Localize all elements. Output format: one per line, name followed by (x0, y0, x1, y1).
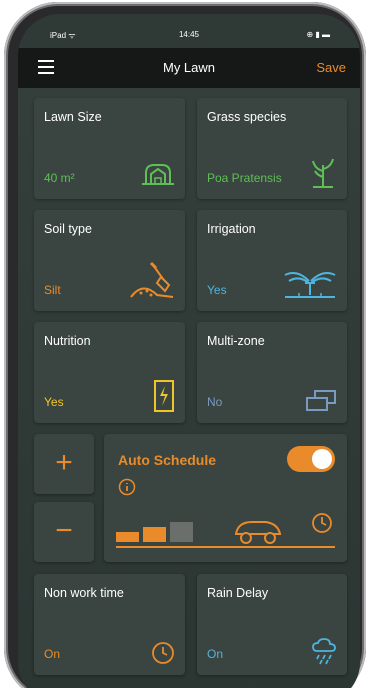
stacked-zones-icon (306, 390, 336, 411)
multi-zone-tile[interactable]: Multi-zone No (197, 322, 347, 423)
grass-species-value: Poa Pratensis (207, 171, 282, 185)
auto-schedule-title: Auto Schedule (118, 452, 217, 468)
soil-type-tile[interactable]: Soil type Silt (34, 210, 185, 311)
toggle-knob (312, 449, 332, 469)
irrigation-label: Irrigation (207, 222, 256, 236)
clock-icon (152, 642, 174, 664)
multi-zone-value: No (207, 395, 223, 409)
lawn-size-value: 40 m² (44, 171, 75, 185)
lawn-area-icon (142, 164, 174, 185)
grass-sprout-icon (312, 158, 334, 188)
soil-type-label: Soil type (44, 222, 92, 236)
schedule-level-indicator[interactable] (116, 518, 198, 542)
lawn-settings-grid: Lawn Size 40 m² Grass species Poa Praten… (18, 88, 360, 688)
non-work-time-label: Non work time (44, 586, 124, 600)
phone-frame: iPad ᯤ 14:45 ⊕ ▮ ▬ My Lawn Save Lawn Siz… (4, 2, 366, 688)
non-work-time-tile[interactable]: Non work time On (34, 574, 185, 675)
app-screen: iPad ᯤ 14:45 ⊕ ▮ ▬ My Lawn Save Lawn Siz… (18, 14, 360, 688)
nutrition-label: Nutrition (44, 334, 91, 348)
level-bar (116, 532, 139, 542)
rain-cloud-icon (312, 638, 336, 665)
auto-schedule-card: Auto Schedule (104, 434, 347, 562)
fertilizer-bag-icon (154, 380, 174, 412)
page-title: My Lawn (162, 60, 216, 75)
plus-icon: + (55, 446, 73, 479)
nutrition-tile[interactable]: Nutrition Yes (34, 322, 185, 423)
status-bar: iPad ᯤ 14:45 ⊕ ▮ ▬ (18, 14, 360, 48)
shovel-soil-icon (130, 261, 174, 298)
rain-delay-label: Rain Delay (207, 586, 269, 600)
robot-mower-icon (234, 521, 282, 544)
save-button[interactable]: Save (316, 60, 346, 75)
rain-delay-tile[interactable]: Rain Delay On (197, 574, 347, 675)
rain-delay-value: On (207, 647, 224, 661)
auto-schedule-toggle[interactable] (287, 446, 335, 472)
minus-icon: − (55, 514, 73, 547)
nutrition-value: Yes (44, 395, 64, 409)
grass-species-label: Grass species (207, 110, 287, 124)
decrease-button[interactable]: − (34, 502, 94, 562)
lawn-size-tile[interactable]: Lawn Size 40 m² (34, 98, 185, 199)
irrigation-tile[interactable]: Irrigation Yes (197, 210, 347, 311)
lawn-size-label: Lawn Size (44, 110, 102, 124)
schedule-track (116, 546, 335, 548)
sprinkler-icon (284, 272, 336, 298)
app-header: My Lawn Save (18, 48, 360, 88)
grass-species-tile[interactable]: Grass species Poa Pratensis (197, 98, 347, 199)
level-bar (170, 522, 193, 542)
status-indicators: ⊕ ▮ ▬ (306, 30, 330, 39)
clock-icon (312, 513, 332, 533)
info-icon[interactable] (118, 478, 136, 496)
irrigation-value: Yes (207, 283, 227, 297)
soil-type-value: Silt (44, 283, 61, 297)
non-work-time-value: On (44, 647, 61, 661)
level-bar (143, 527, 166, 542)
multi-zone-label: Multi-zone (207, 334, 265, 348)
increase-button[interactable]: + (34, 434, 94, 494)
